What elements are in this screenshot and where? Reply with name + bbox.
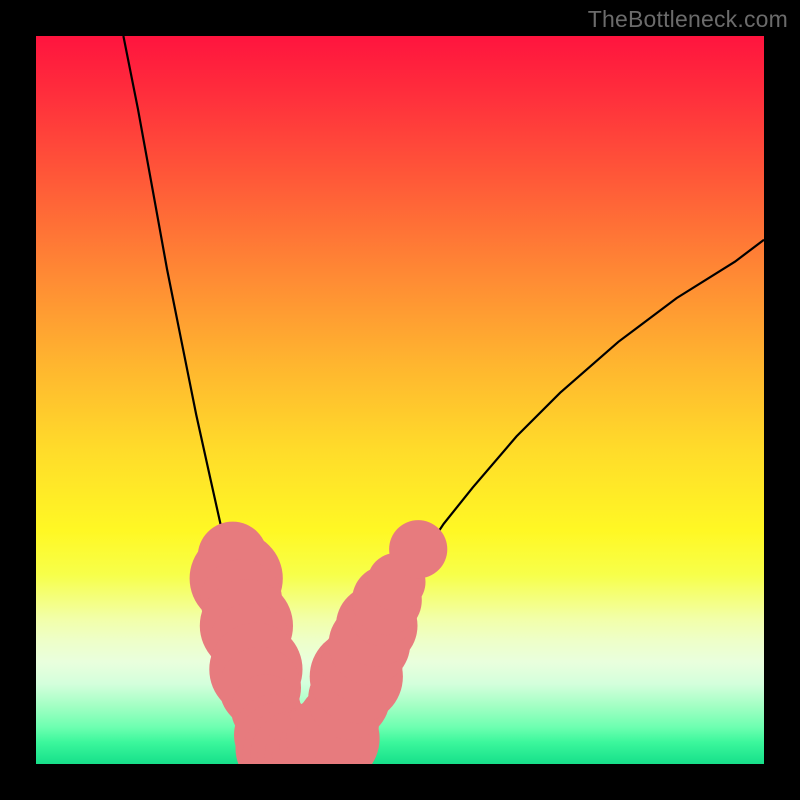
watermark-text: TheBottleneck.com [588,6,788,33]
plot-area [36,36,764,764]
markers-group [190,520,448,764]
data-marker [389,520,447,578]
chart-svg [36,36,764,764]
chart-frame: TheBottleneck.com [0,0,800,800]
